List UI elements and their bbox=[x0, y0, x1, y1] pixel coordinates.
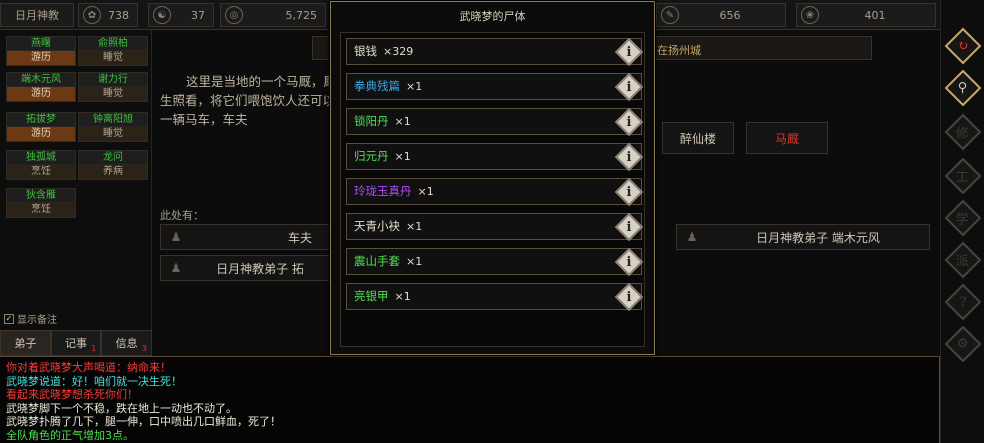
info-button[interactable]: i bbox=[614, 177, 644, 207]
log-line: 你对着武晓梦大声喝道：纳命来！ bbox=[6, 361, 171, 374]
skill-icon: 修 bbox=[956, 126, 970, 142]
info-icon: i bbox=[626, 79, 632, 95]
tab-info[interactable]: 信息 3 bbox=[101, 330, 153, 356]
item-label: 归元丹 ×1 bbox=[354, 149, 411, 163]
member-card[interactable]: 俞照柏 睡觉 bbox=[78, 36, 148, 66]
info-badge: 3 bbox=[141, 344, 148, 353]
stat-brush: ✎ 656 bbox=[656, 3, 786, 27]
member-card[interactable]: 钟离阳旭 睡觉 bbox=[78, 112, 148, 142]
info-icon: i bbox=[626, 184, 632, 200]
info-button[interactable]: i bbox=[614, 107, 644, 137]
info-icon: i bbox=[626, 44, 632, 60]
loot-item[interactable]: 玲珑玉真丹 ×1 i bbox=[346, 177, 644, 207]
log-line: 武晓梦扑腾了几下，腿一伸，口中喷出几口鲜血，死了！ bbox=[6, 415, 281, 429]
exit-button-current[interactable]: 马厩 bbox=[746, 122, 828, 154]
coin-icon: ✿ bbox=[83, 6, 101, 24]
map-pin-icon: ⚲ bbox=[958, 80, 968, 96]
log-line: 武晓梦脚下一个不稳，跌在地上一动也不动了。 bbox=[6, 401, 237, 415]
npc-entry[interactable]: ♟ 日月神教弟子 拓 bbox=[160, 255, 330, 281]
sect-button[interactable]: 派 bbox=[944, 241, 982, 279]
log-line: 武晓梦说道：好！咱们就一决生死！ bbox=[6, 374, 182, 388]
log-line: 看起来武晓梦想杀死你们！ bbox=[6, 388, 138, 402]
person-icon: ♟ bbox=[170, 261, 182, 275]
info-icon: i bbox=[626, 219, 632, 235]
skill-button[interactable]: 修 bbox=[944, 113, 982, 151]
member-card[interactable]: 拓拔梦 游历 bbox=[6, 112, 76, 142]
member-card[interactable]: 龙问 养病 bbox=[78, 150, 148, 180]
settings-button[interactable]: ⚙ bbox=[944, 325, 982, 363]
info-button[interactable]: i bbox=[614, 37, 644, 67]
show-remark-toggle[interactable]: ✓ 显示备注 bbox=[4, 311, 57, 326]
log-line: 全队角色的正气增加3点。 bbox=[6, 428, 134, 442]
map-button[interactable]: ⚲ bbox=[944, 69, 982, 107]
loot-item[interactable]: 震山手套 ×1 i bbox=[346, 247, 644, 277]
craft-icon: 工 bbox=[956, 170, 970, 186]
member-card[interactable]: 谢力行 睡觉 bbox=[78, 72, 148, 102]
study-button[interactable]: 学 bbox=[944, 199, 982, 237]
yinyang-icon: ☯ bbox=[153, 6, 171, 24]
disciple-panel: 燕曙 游历 俞照柏 睡觉 端木元风 游历 谢力行 睡觉 拓拔梦 游历 钟离阳旭 … bbox=[0, 30, 153, 356]
brush-icon: ✎ bbox=[661, 6, 679, 24]
item-label: 锁阳丹 ×1 bbox=[354, 114, 411, 128]
item-label: 银钱 ×329 bbox=[354, 44, 414, 58]
npc-entry[interactable]: ♟ 日月神教弟子 端木元风 bbox=[676, 224, 930, 250]
help-button[interactable]: ? bbox=[944, 283, 982, 321]
here-label: 此处有： bbox=[160, 209, 204, 222]
info-icon: i bbox=[626, 289, 632, 305]
info-icon: i bbox=[626, 254, 632, 270]
dragon-icon: ❀ bbox=[801, 6, 819, 24]
location-text: 在扬州城 bbox=[657, 44, 701, 57]
study-icon: 学 bbox=[956, 212, 970, 228]
member-card[interactable]: 燕曙 游历 bbox=[6, 36, 76, 66]
item-label: 亮银甲 ×1 bbox=[354, 289, 411, 303]
person-icon: ♟ bbox=[686, 230, 698, 244]
info-button[interactable]: i bbox=[614, 247, 644, 277]
tab-disciples[interactable]: 弟子 bbox=[0, 330, 51, 356]
craft-button[interactable]: 工 bbox=[944, 157, 982, 195]
location-label: 日月神教 bbox=[0, 3, 74, 27]
sect-icon: 派 bbox=[956, 254, 970, 270]
info-icon: i bbox=[626, 114, 632, 130]
item-label: 天青小袂 ×1 bbox=[354, 219, 423, 233]
checkbox-icon[interactable]: ✓ bbox=[4, 313, 14, 324]
seal-icon: ◎ bbox=[225, 6, 243, 24]
corpse-loot-dialog: 武晓梦的尸体 银钱 ×329 i 拳典残篇 ×1 i 锁阳丹 ×1 i 归元丹 ×1 i… bbox=[330, 1, 655, 355]
member-card[interactable]: 狄含雁 烹饪 bbox=[6, 188, 76, 218]
stat-reputation: ◎ 5,725 bbox=[220, 3, 326, 27]
info-button[interactable]: i bbox=[614, 212, 644, 242]
member-card[interactable]: 端木元风 游历 bbox=[6, 72, 76, 102]
return-icon: ↻ bbox=[957, 38, 969, 54]
return-button[interactable]: ↻ bbox=[944, 27, 982, 65]
loot-list: 银钱 ×329 i 拳典残篇 ×1 i 锁阳丹 ×1 i 归元丹 ×1 i 玲珑玉真丹 ×… bbox=[340, 32, 645, 347]
scene-description: 这里是当地的一个马厩，厩好生照看，将它们喂饱饮人还可以雇一辆马车，车夫 bbox=[160, 74, 349, 127]
loot-item[interactable]: 亮银甲 ×1 i bbox=[346, 282, 644, 312]
journal-badge: 1 bbox=[91, 344, 97, 353]
loot-item[interactable]: 拳典残篇 ×1 i bbox=[346, 72, 644, 102]
info-button[interactable]: i bbox=[614, 142, 644, 172]
panel-tabs: 弟子 记事 1 信息 3 bbox=[0, 330, 153, 356]
item-label: 拳典残篇 ×1 bbox=[354, 79, 423, 93]
tab-journal[interactable]: 记事 1 bbox=[50, 330, 102, 356]
dialog-title: 武晓梦的尸体 bbox=[459, 10, 526, 23]
loot-item[interactable]: 锁阳丹 ×1 i bbox=[346, 107, 644, 137]
stat-morality: ☯ 37 bbox=[148, 3, 214, 27]
member-card[interactable]: 独孤城 烹饪 bbox=[6, 150, 76, 180]
info-button[interactable]: i bbox=[614, 282, 644, 312]
item-label: 玲珑玉真丹 ×1 bbox=[354, 184, 434, 198]
item-label: 震山手套 ×1 bbox=[354, 254, 423, 268]
info-icon: i bbox=[626, 149, 632, 165]
message-log[interactable]: 你对着武晓梦大声喝道：纳命来！ 武晓梦说道：好！咱们就一决生死！ 看起来武晓梦想… bbox=[0, 356, 940, 443]
info-button[interactable]: i bbox=[614, 72, 644, 102]
right-sidebar: ↻ ⚲ 修 工 学 派 ? ⚙ bbox=[940, 0, 984, 443]
stat-coins: ✿ 738 bbox=[78, 3, 138, 27]
person-icon: ♟ bbox=[170, 230, 182, 244]
loot-item[interactable]: 银钱 ×329 i bbox=[346, 37, 644, 67]
stat-dragon: ❀ 401 bbox=[796, 3, 936, 27]
loot-item[interactable]: 归元丹 ×1 i bbox=[346, 142, 644, 172]
settings-icon: ⚙ bbox=[957, 336, 969, 352]
help-icon: ? bbox=[959, 294, 967, 310]
loot-item[interactable]: 天青小袂 ×1 i bbox=[346, 212, 644, 242]
exit-button[interactable]: 醉仙楼 bbox=[662, 122, 734, 154]
